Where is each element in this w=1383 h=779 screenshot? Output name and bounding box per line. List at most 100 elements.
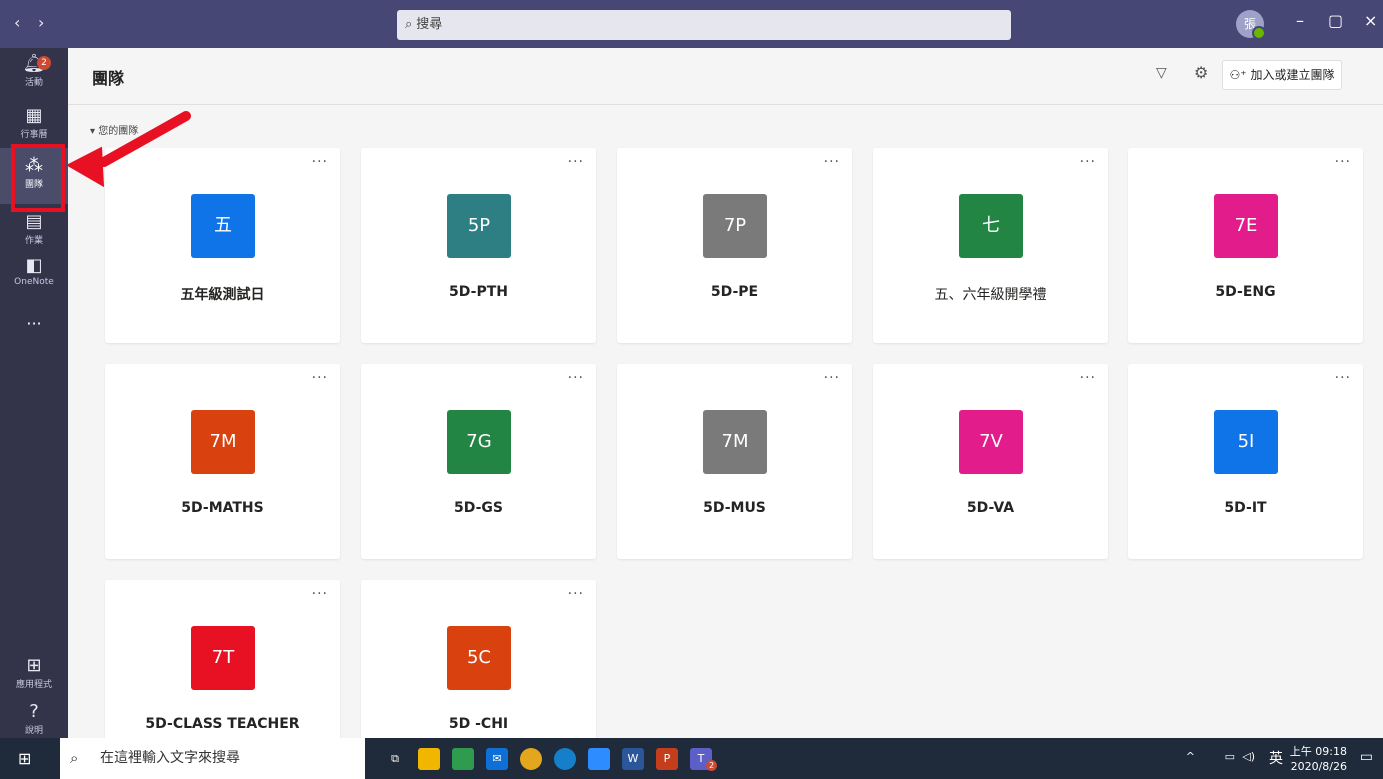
more-options-icon[interactable]: ··· (568, 154, 584, 170)
team-tile: 7V (959, 410, 1023, 474)
more-options-icon[interactable]: ··· (312, 586, 328, 602)
more-options-icon[interactable]: ··· (568, 586, 584, 602)
add-team-icon: ⚇⁺ (1229, 68, 1247, 82)
more-options-icon[interactable]: ··· (312, 370, 328, 386)
rail-item-apps[interactable]: ⊞ 應用程式 (0, 656, 68, 696)
teams-taskbar-badge: 2 (706, 760, 717, 771)
more-options-icon[interactable]: ··· (1335, 370, 1351, 386)
avatar[interactable]: 張 (1236, 10, 1266, 40)
team-tile: 5C (447, 626, 511, 690)
team-tile: 7G (447, 410, 511, 474)
activity-badge: 2 (37, 56, 51, 70)
onenote-icon: ◧ (25, 255, 43, 276)
title-bar: ‹ › ⌕ 搜尋 張 – ▢ × (0, 0, 1383, 48)
team-name: 5D-ENG (1215, 284, 1276, 300)
more-options-icon[interactable]: ··· (824, 370, 840, 386)
team-card[interactable]: ··· 5P 5D-PTH (361, 148, 596, 343)
powerpoint-icon[interactable]: P (656, 748, 678, 770)
rail-item-assignments[interactable]: ▤ 作業 (0, 212, 68, 252)
team-name: 5D-VA (966, 500, 1015, 516)
team-card[interactable]: ··· 7P 5D-PE (617, 148, 852, 343)
back-button[interactable]: ‹ (14, 13, 20, 32)
rail-label-help: 說明 (24, 726, 43, 736)
team-tile: 7E (1214, 194, 1278, 258)
apps-icon: ⊞ (26, 655, 42, 676)
page-title: 團隊 (92, 69, 125, 88)
team-tile: 7M (703, 410, 767, 474)
more-options-icon[interactable]: ··· (824, 154, 840, 170)
taskbar-search-input[interactable]: ⌕ 在這裡輸入文字來搜尋 (60, 738, 365, 779)
task-view-icon[interactable]: ⧉ (384, 748, 406, 770)
rail-label-onenote: OneNote (14, 277, 54, 287)
rail-label-calendar: 行事曆 (20, 130, 48, 140)
minimize-button[interactable]: – (1296, 11, 1304, 30)
presence-status-icon (1252, 26, 1266, 40)
close-button[interactable]: × (1364, 11, 1377, 30)
more-options-icon[interactable]: ··· (312, 154, 328, 170)
more-options-icon[interactable]: ··· (1080, 370, 1096, 386)
team-tile: 7M (191, 410, 255, 474)
more-options-icon[interactable]: ··· (568, 370, 584, 386)
team-name: 5D-CLASS TEACHER (145, 716, 300, 732)
help-icon: ? (29, 701, 39, 722)
mail-icon[interactable]: ✉ (486, 748, 508, 770)
volume-icon[interactable]: ◁) (1242, 750, 1255, 763)
maximize-button[interactable]: ▢ (1328, 11, 1343, 30)
team-name: 5D-MUS (703, 500, 766, 516)
filter-icon[interactable]: ▽ (1156, 65, 1167, 81)
rail-item-activity[interactable]: 🔔︎ 2 活動 (0, 54, 68, 94)
assignments-icon: ▤ (25, 211, 43, 232)
taskbar-search-placeholder: 在這裡輸入文字來搜尋 (100, 750, 240, 766)
search-icon: ⌕ (70, 749, 79, 767)
team-card[interactable]: ··· 7G 5D-GS (361, 364, 596, 559)
rail-label-assignments: 作業 (24, 236, 43, 246)
team-name: 5D-PTH (449, 284, 508, 300)
network-icon[interactable]: ▭ (1225, 750, 1235, 763)
team-card[interactable]: ··· 5I 5D-IT (1128, 364, 1363, 559)
team-name: 五、六年級開學禮 (934, 287, 1047, 303)
notification-icon[interactable]: ▭ (1360, 749, 1373, 765)
team-card[interactable]: ··· 七 五、六年級開學禮 (873, 148, 1108, 343)
windows-start-icon[interactable]: ⊞ (18, 749, 31, 768)
team-name: 5D-PE (710, 284, 759, 300)
team-name: 5D-MATHS (181, 500, 264, 516)
clock-date[interactable]: 2020/8/26 (1291, 760, 1347, 773)
rail-item-calendar[interactable]: ▦ 行事曆 (0, 106, 68, 146)
team-name: 5D -CHI (448, 716, 509, 732)
join-or-create-team-button[interactable]: ⚇⁺ 加入或建立團隊 (1222, 60, 1342, 90)
classroom-app-icon[interactable] (452, 748, 474, 770)
word-icon[interactable]: W (622, 748, 644, 770)
edge-icon[interactable] (554, 748, 576, 770)
ime-indicator[interactable]: 英 (1269, 748, 1283, 768)
file-explorer-icon[interactable] (418, 748, 440, 770)
team-card[interactable]: ··· 7M 5D-MUS (617, 364, 852, 559)
more-options-icon[interactable]: ··· (1080, 154, 1096, 170)
zoom-icon[interactable] (588, 748, 610, 770)
taskbar: ⊞ ⌕ 在這裡輸入文字來搜尋 ⧉ ✉ W P T 2 ^ ▭ ◁) 英 上午 0… (0, 738, 1383, 779)
gear-icon[interactable]: ⚙ (1194, 63, 1208, 82)
join-button-label: 加入或建立團隊 (1250, 68, 1335, 82)
team-card[interactable]: ··· 7E 5D-ENG (1128, 148, 1363, 343)
team-name: 5D-IT (1224, 500, 1267, 516)
team-tile: 5I (1214, 410, 1278, 474)
rail-item-help[interactable]: ? 說明 (0, 702, 68, 742)
rail-more-button[interactable]: ··· (0, 314, 68, 336)
team-tile: 7T (191, 626, 255, 690)
team-tile: 七 (959, 194, 1023, 258)
forward-button[interactable]: › (38, 13, 44, 32)
chevron-up-icon[interactable]: ^ (1186, 750, 1195, 763)
team-tile: 7P (703, 194, 767, 258)
page-header: 團隊 ▽ ⚙ ⚇⁺ 加入或建立團隊 (68, 48, 1383, 105)
team-name: 5D-GS (453, 500, 503, 516)
rail-label-apps: 應用程式 (15, 680, 52, 690)
calendar-icon: ▦ (25, 105, 43, 126)
search-input[interactable]: ⌕ 搜尋 (397, 10, 1011, 40)
red-arrow-annotation (68, 111, 191, 188)
clock-time[interactable]: 上午 09:18 (1290, 743, 1347, 759)
rail-item-onenote[interactable]: ◧ OneNote (0, 256, 68, 296)
team-card[interactable]: ··· 7M 5D-MATHS (105, 364, 340, 559)
more-options-icon[interactable]: ··· (1335, 154, 1351, 170)
chrome-icon[interactable] (520, 748, 542, 770)
team-card[interactable]: ··· 7V 5D-VA (873, 364, 1108, 559)
bell-icon: 🔔︎ (22, 53, 46, 74)
